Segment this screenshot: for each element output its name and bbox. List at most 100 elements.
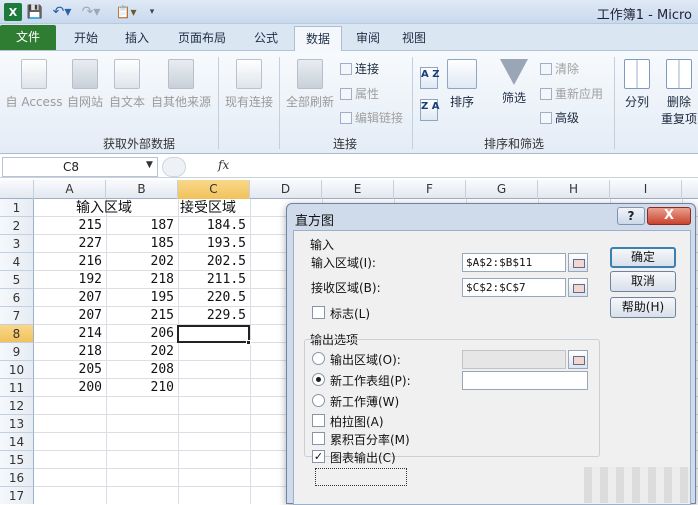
cell-a10[interactable]: 205	[34, 361, 106, 379]
cell-b7[interactable]: 215	[106, 307, 178, 325]
row-header[interactable]: 10	[0, 361, 34, 379]
tab-insert[interactable]: 插入	[114, 26, 160, 50]
row-header[interactable]: 13	[0, 415, 34, 433]
ok-button[interactable]: 确定	[610, 247, 676, 268]
column-header-g[interactable]: G	[466, 180, 538, 199]
tab-data[interactable]: 数据	[294, 26, 342, 51]
cell-a8[interactable]: 214	[34, 325, 106, 343]
cell-c2[interactable]: 184.5	[178, 217, 250, 235]
redo-icon[interactable]: ↷▾	[80, 3, 102, 21]
row-header[interactable]: 7	[0, 307, 34, 325]
cell-b3[interactable]: 185	[106, 235, 178, 253]
new-workbook-radio[interactable]	[312, 394, 325, 407]
from-web-button[interactable]: 自网站	[64, 59, 106, 110]
cell-a2[interactable]: 215	[34, 217, 106, 235]
row-header[interactable]: 1	[0, 199, 34, 217]
cancel-button[interactable]: 取消	[610, 271, 676, 292]
row-header[interactable]: 12	[0, 397, 34, 415]
column-header-i[interactable]: I	[610, 180, 682, 199]
output-range-field[interactable]	[462, 350, 566, 369]
row-header[interactable]: 3	[0, 235, 34, 253]
input-range-field[interactable]: $A$2:$B$11	[462, 253, 566, 272]
paste-icon[interactable]: 📋▾	[112, 3, 140, 21]
cell-b2[interactable]: 187	[106, 217, 178, 235]
output-range-radio[interactable]	[312, 352, 325, 365]
save-icon[interactable]: 💾	[26, 3, 44, 21]
fill-handle[interactable]	[246, 340, 251, 345]
customize-icon[interactable]: ▾	[146, 3, 158, 21]
from-other-sources-button[interactable]: 自其他来源	[148, 59, 214, 110]
cell-a5[interactable]: 192	[34, 271, 106, 289]
row-header[interactable]: 11	[0, 379, 34, 397]
properties-button[interactable]: 属性	[340, 85, 379, 102]
cell-a3[interactable]: 227	[34, 235, 106, 253]
column-header-d[interactable]: D	[250, 180, 322, 199]
column-header-e[interactable]: E	[322, 180, 394, 199]
tab-page-layout[interactable]: 页面布局	[166, 26, 238, 50]
chevron-down-icon[interactable]: ▼	[146, 160, 153, 170]
cell-a4[interactable]: 216	[34, 253, 106, 271]
cell-a1[interactable]: 输入区域	[72, 199, 162, 217]
sort-ascending-button[interactable]: A Z	[420, 67, 442, 89]
cell-a6[interactable]: 207	[34, 289, 106, 307]
formula-input[interactable]	[238, 157, 698, 177]
name-box[interactable]: C8	[2, 157, 158, 177]
new-worksheet-field[interactable]	[462, 371, 588, 390]
cell-a11[interactable]: 200	[34, 379, 106, 397]
cell-c6[interactable]: 220.5	[178, 289, 250, 307]
formula-bar-splitter[interactable]	[162, 157, 186, 177]
cell-b6[interactable]: 195	[106, 289, 178, 307]
filter-button[interactable]: 筛选	[494, 59, 534, 106]
bin-range-field[interactable]: $C$2:$C$7	[462, 278, 566, 297]
column-header-f[interactable]: F	[394, 180, 466, 199]
cell-b10[interactable]: 208	[106, 361, 178, 379]
row-header[interactable]: 4	[0, 253, 34, 271]
close-icon[interactable]: X	[647, 207, 691, 225]
existing-connections-button[interactable]: 现有连接	[222, 59, 276, 110]
cell-c1[interactable]: 接受区域	[176, 199, 266, 217]
tab-review[interactable]: 审阅	[346, 26, 390, 50]
row-header[interactable]: 17	[0, 487, 34, 504]
refresh-all-button[interactable]: 全部刷新	[284, 59, 336, 110]
advanced-filter-button[interactable]: 高级	[540, 109, 579, 126]
cell-c7[interactable]: 229.5	[178, 307, 250, 325]
remove-duplicates-button[interactable]: 删除 重复项	[660, 59, 698, 127]
cumulative-percentage-checkbox[interactable]	[312, 432, 325, 445]
column-header-a[interactable]: A	[34, 180, 106, 199]
cell-c5[interactable]: 211.5	[178, 271, 250, 289]
cell-b4[interactable]: 202	[106, 253, 178, 271]
from-text-button[interactable]: 自文本	[106, 59, 148, 110]
from-access-button[interactable]: 自 Access	[4, 59, 64, 110]
row-header[interactable]: 6	[0, 289, 34, 307]
column-header-h[interactable]: H	[538, 180, 610, 199]
clear-filter-button[interactable]: 清除	[540, 60, 579, 77]
row-header[interactable]: 16	[0, 469, 34, 487]
tab-formulas[interactable]: 公式	[244, 26, 288, 50]
collapse-dialog-icon[interactable]	[568, 278, 588, 297]
cell-c3[interactable]: 193.5	[178, 235, 250, 253]
dialog-help-icon[interactable]: ?	[617, 207, 645, 225]
cell-b11[interactable]: 210	[106, 379, 178, 397]
reapply-button[interactable]: 重新应用	[540, 85, 603, 102]
tab-file[interactable]: 文件	[0, 25, 56, 50]
column-header-c[interactable]: C	[178, 180, 250, 199]
active-cell-c8[interactable]	[177, 325, 250, 343]
tab-home[interactable]: 开始	[62, 26, 110, 50]
row-header[interactable]: 15	[0, 451, 34, 469]
insert-function-icon[interactable]: fx	[218, 158, 229, 172]
cell-a9[interactable]: 218	[34, 343, 106, 361]
sort-button[interactable]: 排序	[444, 59, 480, 110]
column-header-b[interactable]: B	[106, 180, 178, 199]
undo-icon[interactable]: ↶▾	[50, 3, 74, 21]
row-header[interactable]: 14	[0, 433, 34, 451]
labels-checkbox[interactable]	[312, 306, 325, 319]
chart-output-checkbox[interactable]: ✓	[312, 450, 325, 463]
row-header[interactable]: 2	[0, 217, 34, 235]
row-header[interactable]: 9	[0, 343, 34, 361]
row-header[interactable]: 8	[0, 325, 34, 343]
new-worksheet-radio[interactable]	[312, 373, 325, 386]
cell-c4[interactable]: 202.5	[178, 253, 250, 271]
tab-view[interactable]: 视图	[394, 26, 434, 50]
connections-button[interactable]: 连接	[340, 60, 379, 77]
pareto-checkbox[interactable]	[312, 414, 325, 427]
